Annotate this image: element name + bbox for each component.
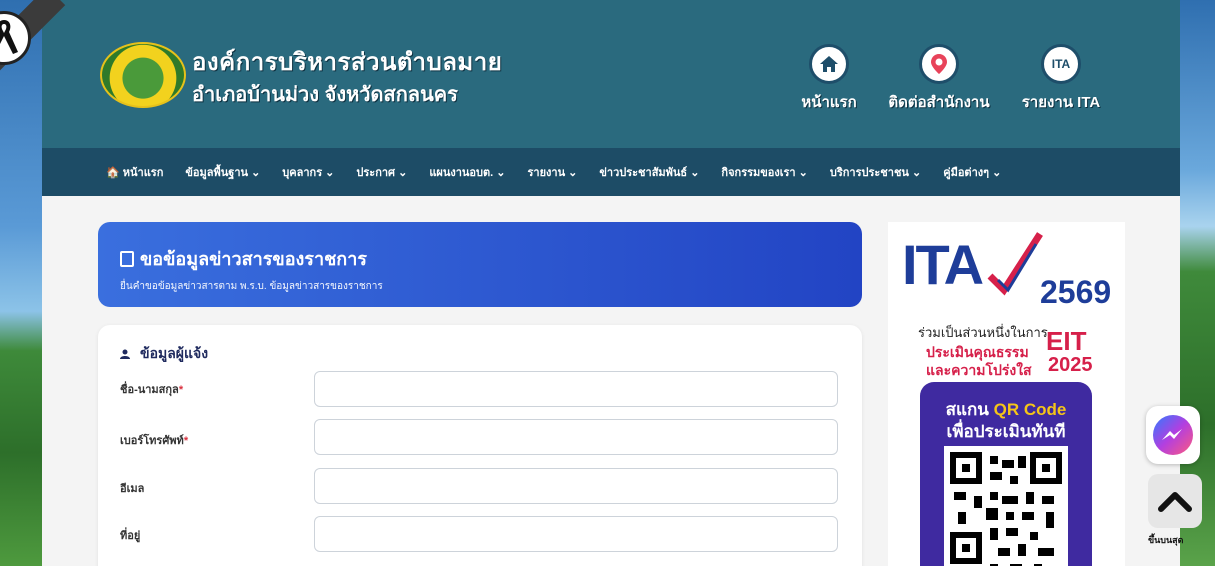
nav-item-services[interactable]: บริการประชาชน ⌄ [830, 163, 921, 181]
org-subtitle: อำเภอบ้านม่วง จังหวัดสกลนคร [192, 84, 458, 106]
ita-icon: ITA [1041, 44, 1081, 84]
qr-code-image [950, 452, 1062, 566]
qr-code[interactable] [944, 446, 1068, 566]
mourning-ribbon-icon [0, 11, 31, 65]
site-header: องค์การบริหารส่วนตำบลมาย อำเภอบ้านม่วง จ… [42, 0, 1180, 148]
chevron-up-icon [1158, 492, 1192, 512]
org-name: องค์การบริหารส่วนตำบลมาย [192, 49, 503, 76]
section-title-text: ข้อมูลผู้แจ้ง [140, 345, 209, 361]
eit-label: EIT [1046, 326, 1087, 356]
nav-item-news[interactable]: ข่าวประชาสัมพันธ์ ⌄ [599, 163, 699, 181]
nav-item-personnel[interactable]: บุคลากร ⌄ [282, 163, 334, 181]
email-input[interactable] [314, 468, 838, 504]
header-link-home-label: หน้าแรก [801, 94, 857, 111]
back-to-top-button[interactable] [1148, 474, 1202, 528]
field-label-fullname: ชื่อ-นามสกุล* [120, 380, 183, 398]
reporter-form: ข้อมูลผู้แจ้ง ชื่อ-นามสกุล* เบอร์โทรศัพท… [98, 325, 862, 566]
checkmark-icon [987, 232, 1043, 296]
address-input[interactable] [314, 516, 838, 552]
nav-item-manuals[interactable]: คู่มือต่างๆ ⌄ [943, 163, 1001, 181]
header-link-ita-label: รายงาน ITA [1021, 94, 1101, 111]
page-subtitle: ยื่นคำขอข้อมูลข่าวสารตาม พ.ร.บ. ข้อมูลข่… [120, 281, 383, 292]
field-label-address: ที่อยู่ [120, 530, 141, 542]
messenger-button[interactable] [1146, 406, 1200, 464]
nav-item-plans[interactable]: แผนงานอบต. ⌄ [429, 163, 505, 181]
fullname-input[interactable] [314, 371, 838, 407]
field-label-fullname-text: ชื่อ-นามสกุล [120, 384, 179, 396]
page-title-text: ขอข้อมูลข่าวสารของราชการ [140, 249, 367, 269]
nav-item-announcements[interactable]: ประกาศ ⌄ [356, 163, 407, 181]
ita-logo-text: ITA [902, 233, 984, 296]
ita-ad-banner[interactable]: ITA 2569 ร่วมเป็นส่วนหนึ่งในการ ประเมินค… [888, 222, 1125, 566]
user-icon [120, 349, 130, 359]
field-label-email: อีเมล [120, 483, 145, 495]
ad-line-1: ร่วมเป็นส่วนหนึ่งในการ [918, 325, 1048, 340]
section-title: ข้อมูลผู้แจ้ง [120, 343, 208, 365]
field-label-phone: เบอร์โทรศัพท์* [120, 431, 188, 449]
messenger-icon [1153, 415, 1193, 455]
back-to-top-label: ขึ้นบนสุด [1148, 535, 1184, 545]
document-icon [120, 251, 134, 267]
header-link-contact[interactable]: ติดต่อสำนักงาน [884, 44, 994, 114]
org-logo[interactable] [100, 42, 186, 108]
nav-item-basic-info[interactable]: ข้อมูลพื้นฐาน ⌄ [185, 163, 260, 181]
page-banner: ขอข้อมูลข่าวสารของราชการ ยื่นคำขอข้อมูลข… [98, 222, 862, 307]
qr-line-1-prefix: สแกน [945, 400, 989, 419]
nav-item-activities[interactable]: กิจกรรมของเรา ⌄ [721, 163, 807, 181]
page-title: ขอข้อมูลข่าวสารของราชการ [120, 244, 840, 273]
location-pin-icon [919, 44, 959, 84]
page: องค์การบริหารส่วนตำบลมาย อำเภอบ้านม่วง จ… [42, 0, 1180, 566]
mourning-ribbon [0, 0, 68, 110]
qr-panel: สแกน QR Code เพื่อประเมินทันที [920, 382, 1092, 566]
home-icon [809, 44, 849, 84]
qr-line-1-highlight: QR Code [993, 400, 1067, 419]
required-marker: * [183, 435, 189, 447]
nav-item-home[interactable]: 🏠 หน้าแรก [106, 163, 163, 181]
phone-input[interactable] [314, 419, 838, 455]
ad-line-3: และความโปร่งใส [926, 362, 1032, 378]
nav-item-reports[interactable]: รายงาน ⌄ [528, 163, 578, 181]
header-link-home[interactable]: หน้าแรก [774, 44, 884, 114]
main-nav: 🏠 หน้าแรก ข้อมูลพื้นฐาน ⌄ บุคลากร ⌄ ประก… [42, 148, 1180, 196]
qr-line-2: เพื่อประเมินทันที [946, 422, 1066, 441]
field-label-phone-text: เบอร์โทรศัพท์ [120, 435, 184, 447]
eit-year: 2025 [1048, 354, 1093, 376]
required-marker: * [178, 384, 184, 396]
header-link-contact-label: ติดต่อสำนักงาน [888, 94, 990, 111]
ita-year: 2569 [1040, 274, 1112, 310]
header-link-ita[interactable]: ITA รายงาน ITA [1006, 44, 1116, 114]
